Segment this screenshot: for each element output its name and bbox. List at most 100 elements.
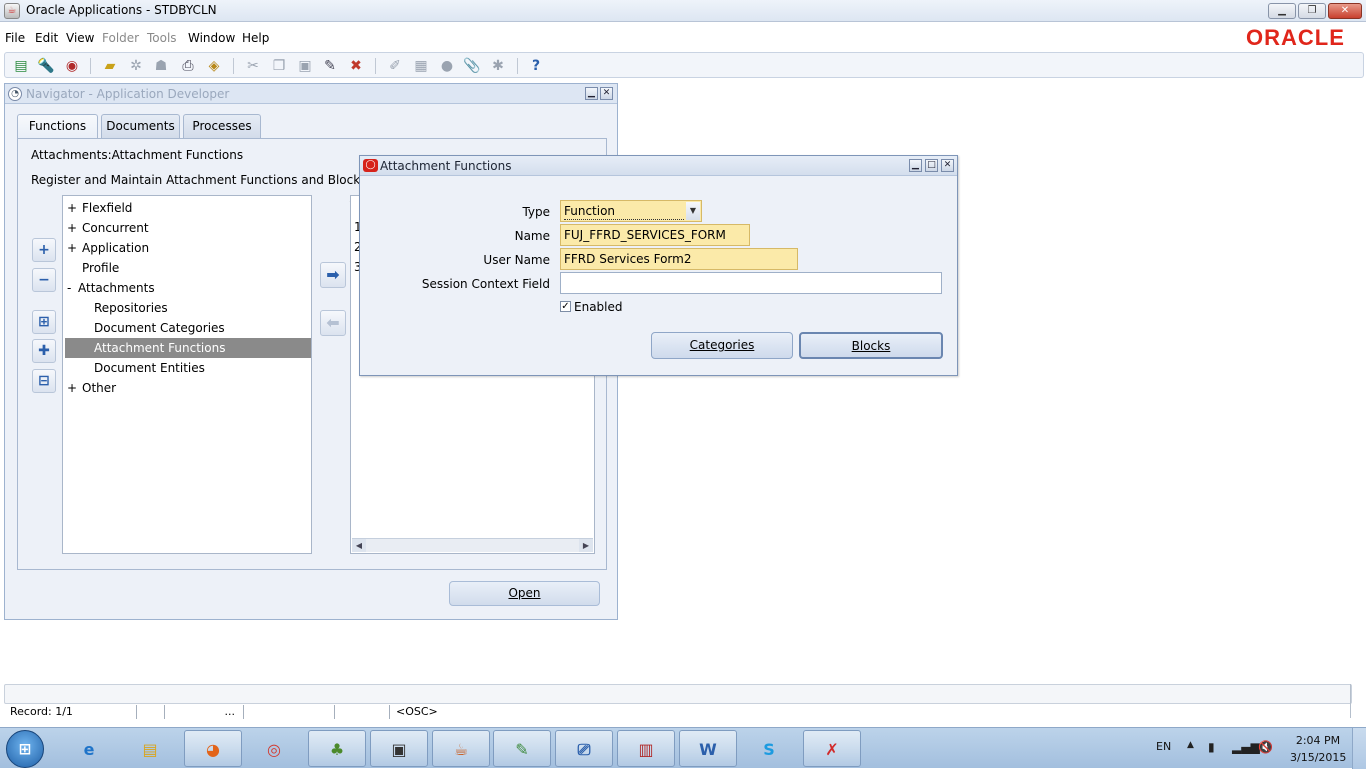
zoom-icon[interactable]: ▦ bbox=[411, 56, 431, 76]
expand-branch-icon[interactable]: ⊞ bbox=[32, 310, 56, 334]
network-icon[interactable]: ⎚ bbox=[555, 730, 613, 767]
menu-view[interactable]: View bbox=[66, 31, 94, 45]
tree-item-application[interactable]: + Application bbox=[63, 238, 309, 258]
tree-item-document-categories[interactable]: Document Categories bbox=[63, 318, 309, 338]
horizontal-scrollbar[interactable]: ◀ ▶ bbox=[352, 538, 593, 552]
tree-item-attachment-functions[interactable]: Attachment Functions bbox=[65, 338, 311, 358]
clock-time[interactable]: 2:04 PM bbox=[1294, 734, 1342, 747]
menu-help[interactable]: Help bbox=[242, 31, 269, 45]
tree-item-label: Flexfield bbox=[82, 201, 133, 215]
cut-icon[interactable]: ✂ bbox=[243, 56, 263, 76]
tree-item-document-entities[interactable]: Document Entities bbox=[63, 358, 309, 378]
windows-start-icon[interactable]: ⊞ bbox=[6, 730, 44, 768]
firefox-icon[interactable]: ◕ bbox=[184, 730, 242, 767]
af-minimize-button[interactable]: ▁ bbox=[909, 159, 922, 172]
tree-item-label: Concurrent bbox=[82, 221, 149, 235]
tree-item-flexfield[interactable]: + Flexfield bbox=[63, 198, 309, 218]
navigator-title: Navigator - Application Developer bbox=[26, 87, 230, 101]
maximize-button[interactable]: ❐ bbox=[1298, 3, 1326, 19]
chevron-down-icon[interactable]: ▼ bbox=[686, 202, 700, 220]
copy-icon[interactable]: ❐ bbox=[269, 56, 289, 76]
menu-file[interactable]: File bbox=[5, 31, 25, 45]
battery-icon[interactable]: ▮ bbox=[1208, 740, 1215, 754]
tree-item-profile[interactable]: Profile bbox=[63, 258, 309, 278]
remove-from-top-ten-arrow-icon[interactable]: ⬅ bbox=[320, 310, 346, 336]
snagit-icon[interactable]: ✗ bbox=[803, 730, 861, 767]
security-icon[interactable]: ▣ bbox=[370, 730, 428, 767]
blocks-button[interactable]: Blocks bbox=[799, 332, 943, 359]
next-step-icon[interactable]: ✲ bbox=[126, 56, 146, 76]
frog-icon[interactable]: ♣ bbox=[308, 730, 366, 767]
session-context-field[interactable] bbox=[560, 272, 942, 294]
menu-window[interactable]: Window bbox=[188, 31, 235, 45]
help-icon[interactable]: ? bbox=[526, 56, 546, 76]
attachment-functions-title-bar: ◯ Attachment Functions ▁ □ ✕ bbox=[360, 156, 957, 176]
folder-tools-icon[interactable]: ✱ bbox=[488, 56, 508, 76]
record-indicator: Record: 1/1 bbox=[10, 705, 137, 719]
tree-item-concurrent[interactable]: + Concurrent bbox=[63, 218, 309, 238]
tree-item-label: Attachment Functions bbox=[94, 341, 226, 355]
print-icon[interactable]: ⎙ bbox=[178, 56, 198, 76]
paste-icon[interactable]: ▣ bbox=[295, 56, 315, 76]
menu-tools[interactable]: Tools bbox=[147, 31, 177, 45]
user-name-label: User Name bbox=[483, 253, 550, 267]
oracle-logo: ORACLE bbox=[1246, 25, 1345, 50]
volume-muted-icon[interactable]: 🔇 bbox=[1258, 740, 1273, 754]
show-desktop-button[interactable] bbox=[1352, 728, 1366, 769]
open-button[interactable]: Open bbox=[449, 581, 600, 606]
menu-edit[interactable]: Edit bbox=[35, 31, 58, 45]
add-to-top-ten-arrow-icon[interactable]: ➡ bbox=[320, 262, 346, 288]
tree-item-attachments[interactable]: - Attachments bbox=[63, 278, 309, 298]
clock-date[interactable]: 3/15/2015 bbox=[1290, 751, 1346, 764]
language-indicator[interactable]: EN bbox=[1156, 740, 1171, 753]
collapse-all-icon[interactable]: ⊟ bbox=[32, 369, 56, 393]
file-explorer-icon[interactable]: ▤ bbox=[121, 730, 179, 767]
collapse-icon[interactable]: − bbox=[32, 268, 56, 292]
tab-processes[interactable]: Processes bbox=[183, 114, 261, 138]
enabled-checkbox[interactable]: ✓ bbox=[560, 301, 571, 312]
tree-item-other[interactable]: + Other bbox=[63, 378, 309, 398]
af-close-button[interactable]: ✕ bbox=[941, 159, 954, 172]
expand-all-icon[interactable]: ✚ bbox=[32, 339, 56, 363]
attachment-functions-title: Attachment Functions bbox=[380, 159, 512, 173]
navigator-minimize-button[interactable]: ▁ bbox=[585, 87, 598, 100]
task-manager-icon[interactable]: ✎ bbox=[493, 730, 551, 767]
ie-icon[interactable]: e bbox=[60, 730, 118, 767]
close-button[interactable]: ✕ bbox=[1328, 3, 1362, 19]
chrome-icon[interactable]: ◎ bbox=[245, 730, 303, 767]
word-icon[interactable]: W bbox=[679, 730, 737, 767]
new-record-icon[interactable]: ▤ bbox=[11, 56, 31, 76]
close-form-icon[interactable]: ◈ bbox=[204, 56, 224, 76]
tree-item-label: Repositories bbox=[94, 301, 168, 315]
scroll-right-icon[interactable]: ▶ bbox=[579, 539, 593, 552]
menu-folder[interactable]: Folder bbox=[102, 31, 139, 45]
tree-item-label: Profile bbox=[82, 261, 120, 275]
attachments-icon[interactable]: 📎 bbox=[462, 56, 482, 76]
show-hidden-icons-icon[interactable]: ▲ bbox=[1187, 740, 1194, 750]
save-icon[interactable]: ▰ bbox=[100, 56, 120, 76]
signal-icon[interactable]: ▂▄▆ bbox=[1232, 740, 1260, 754]
name-field[interactable]: FUJ_FFRD_SERVICES_FORM bbox=[560, 224, 750, 246]
tab-functions[interactable]: Functions bbox=[17, 114, 98, 139]
minimize-button[interactable]: ▁ bbox=[1268, 3, 1296, 19]
tree-item-repositories[interactable]: Repositories bbox=[63, 298, 309, 318]
type-select[interactable]: Function ▼ bbox=[560, 200, 702, 222]
word-document-icon[interactable]: ▥ bbox=[617, 730, 675, 767]
af-maximize-button[interactable]: □ bbox=[925, 159, 938, 172]
tab-documents[interactable]: Documents bbox=[101, 114, 180, 138]
navigator-title-bar: ◔ Navigator - Application Developer ▁ ✕ bbox=[5, 84, 617, 104]
scroll-left-icon[interactable]: ◀ bbox=[352, 539, 366, 552]
skype-icon[interactable]: S bbox=[740, 730, 798, 767]
user-name-field[interactable]: FFRD Services Form2 bbox=[560, 248, 798, 270]
expand-icon[interactable]: + bbox=[32, 238, 56, 262]
switch-responsibility-icon[interactable]: ☗ bbox=[151, 56, 171, 76]
edit-field-icon[interactable]: ✐ bbox=[385, 56, 405, 76]
categories-button[interactable]: Categories bbox=[651, 332, 793, 359]
translations-icon[interactable]: ● bbox=[437, 56, 457, 76]
java-icon[interactable]: ☕ bbox=[432, 730, 490, 767]
new-icon[interactable]: ✎ bbox=[320, 56, 340, 76]
find-icon[interactable]: 🔦 bbox=[36, 56, 56, 76]
navigator-icon[interactable]: ◉ bbox=[62, 56, 82, 76]
navigator-close-button[interactable]: ✕ bbox=[600, 87, 613, 100]
delete-record-icon[interactable]: ✖ bbox=[346, 56, 366, 76]
